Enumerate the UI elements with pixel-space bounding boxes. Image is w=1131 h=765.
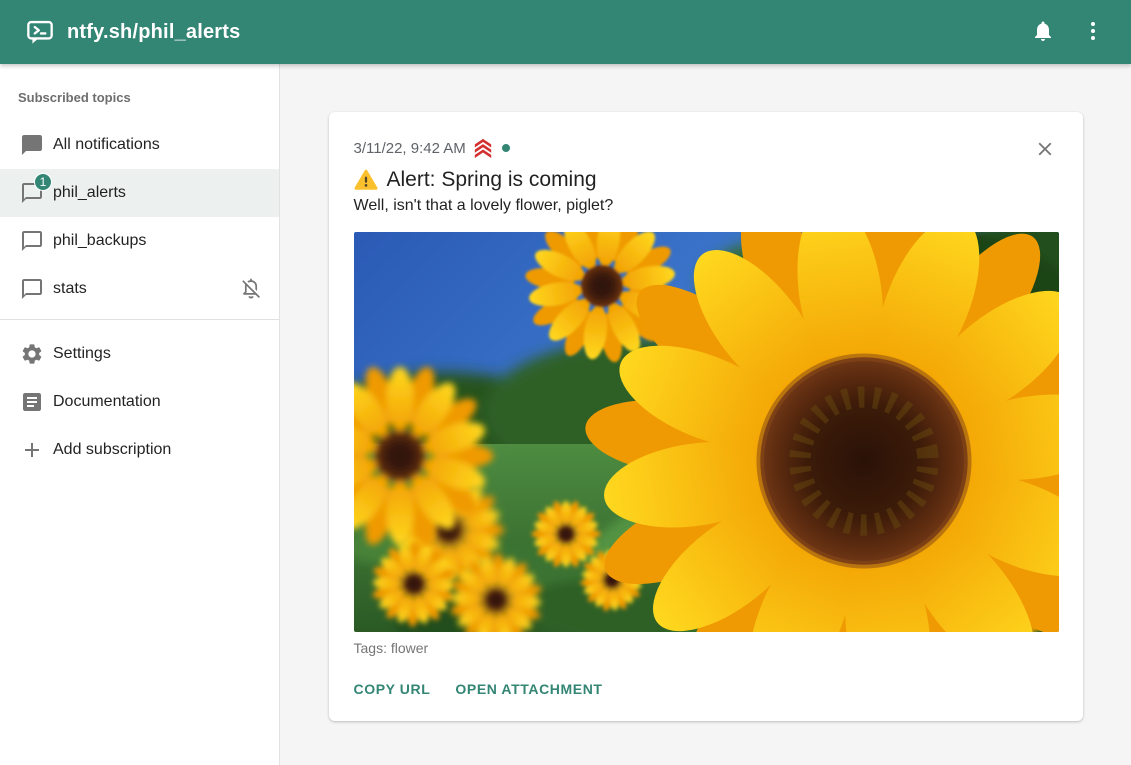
app-header: ntfy.sh/phil_alerts <box>0 0 1131 64</box>
notification-timestamp: 3/11/22, 9:42 AM <box>354 140 466 157</box>
chat-bubble-outline-icon: 1 <box>20 181 44 205</box>
open-attachment-button[interactable]: OPEN ATTACHMENT <box>455 681 602 697</box>
sidebar-item-add-subscription[interactable]: Add subscription <box>0 426 279 474</box>
warning-emoji-icon <box>354 168 378 192</box>
subscribed-topics-label: Subscribed topics <box>0 64 279 121</box>
sidebar-item-stats[interactable]: stats <box>0 265 279 313</box>
unread-count-badge: 1 <box>34 173 52 191</box>
sidebar-item-label: phil_alerts <box>53 184 126 202</box>
ntfy-logo-icon <box>26 18 54 46</box>
notification-title: Alert: Spring is coming <box>354 168 1058 192</box>
unread-dot <box>502 144 510 152</box>
priority-max-icon <box>472 138 494 158</box>
sidebar-item-label: Settings <box>53 345 111 363</box>
notification-tags: Tags: flower <box>354 640 1058 656</box>
notification-body: Well, isn't that a lovely flower, piglet… <box>354 197 1058 215</box>
sidebar-item-all-notifications[interactable]: All notifications <box>0 121 279 169</box>
sidebar-item-label: phil_backups <box>53 232 146 250</box>
notification-title-text: Alert: Spring is coming <box>387 168 597 192</box>
sidebar-item-phil-alerts[interactable]: 1 phil_alerts <box>0 169 279 217</box>
kebab-menu-icon <box>1081 19 1105 46</box>
article-icon <box>20 390 44 414</box>
gear-icon <box>20 342 44 366</box>
sidebar-item-documentation[interactable]: Documentation <box>0 378 279 426</box>
notification-meta: 3/11/22, 9:42 AM <box>354 138 1058 158</box>
bell-icon <box>1031 19 1055 46</box>
notification-card: 3/11/22, 9:42 AM <box>329 112 1083 721</box>
close-notification-button[interactable] <box>1031 136 1059 164</box>
notifications-button[interactable] <box>1021 10 1065 54</box>
notification-actions: COPY URL OPEN ATTACHMENT <box>354 681 1058 697</box>
sidebar-item-settings[interactable]: Settings <box>0 330 279 378</box>
sunflower-photo <box>354 232 1059 632</box>
sidebar-item-label: All notifications <box>53 136 160 154</box>
main-content: 3/11/22, 9:42 AM <box>280 64 1131 765</box>
chat-bubble-outline-icon <box>20 277 44 301</box>
page-title: ntfy.sh/phil_alerts <box>67 21 1015 44</box>
sidebar-item-label: Add subscription <box>53 441 171 459</box>
chat-bubble-filled-icon <box>20 133 44 157</box>
sidebar: Subscribed topics All notifications 1 ph… <box>0 64 280 765</box>
chat-bubble-outline-icon <box>20 229 44 253</box>
sidebar-item-label: stats <box>53 280 87 298</box>
overflow-menu-button[interactable] <box>1071 10 1115 54</box>
copy-url-button[interactable]: COPY URL <box>354 681 431 697</box>
notifications-muted-icon <box>239 277 263 301</box>
sidebar-item-label: Documentation <box>53 393 161 411</box>
close-icon <box>1034 148 1056 163</box>
attachment-image[interactable] <box>354 232 1059 632</box>
sidebar-divider <box>0 319 279 320</box>
sidebar-item-phil-backups[interactable]: phil_backups <box>0 217 279 265</box>
plus-icon <box>20 438 44 462</box>
